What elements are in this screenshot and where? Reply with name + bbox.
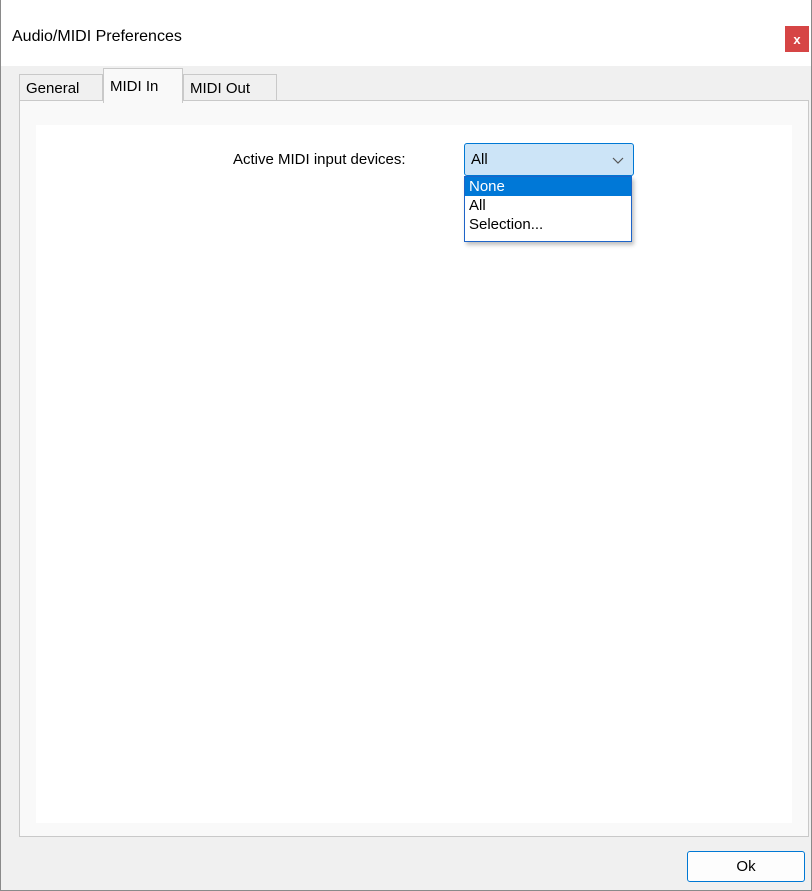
chevron-down-icon [612, 157, 624, 164]
midi-input-devices-dropdown: None All Selection... [464, 176, 632, 242]
tab-general[interactable]: General [19, 74, 103, 102]
midi-input-devices-label: Active MIDI input devices: [233, 151, 406, 168]
tab-general-label: General [26, 80, 80, 97]
close-icon: x [793, 31, 801, 47]
tab-midi-in[interactable]: MIDI In [103, 68, 183, 103]
ok-button[interactable]: Ok [687, 851, 805, 882]
title-bar[interactable]: Audio/MIDI Preferences x [1, 0, 811, 66]
combobox-selected-value: All [471, 151, 488, 168]
dropdown-option-all[interactable]: All [465, 196, 631, 215]
midi-input-devices-combobox[interactable]: All [464, 143, 634, 176]
midi-in-panel: Active MIDI input devices: All None All … [19, 100, 809, 837]
midi-in-content: Active MIDI input devices: All None All … [36, 125, 792, 823]
tab-midi-in-label: MIDI In [110, 77, 159, 95]
preferences-dialog: Audio/MIDI Preferences x General MIDI In… [0, 0, 812, 891]
dropdown-option-none[interactable]: None [465, 177, 631, 196]
tab-midi-out-label: MIDI Out [190, 80, 251, 97]
tab-strip: General MIDI In MIDI Out [1, 66, 811, 103]
window-title: Audio/MIDI Preferences [12, 28, 182, 45]
dropdown-option-selection[interactable]: Selection... [465, 215, 631, 234]
dialog-footer: Ok [1, 837, 811, 890]
tab-midi-out[interactable]: MIDI Out [183, 74, 277, 102]
close-button[interactable]: x [785, 26, 809, 52]
